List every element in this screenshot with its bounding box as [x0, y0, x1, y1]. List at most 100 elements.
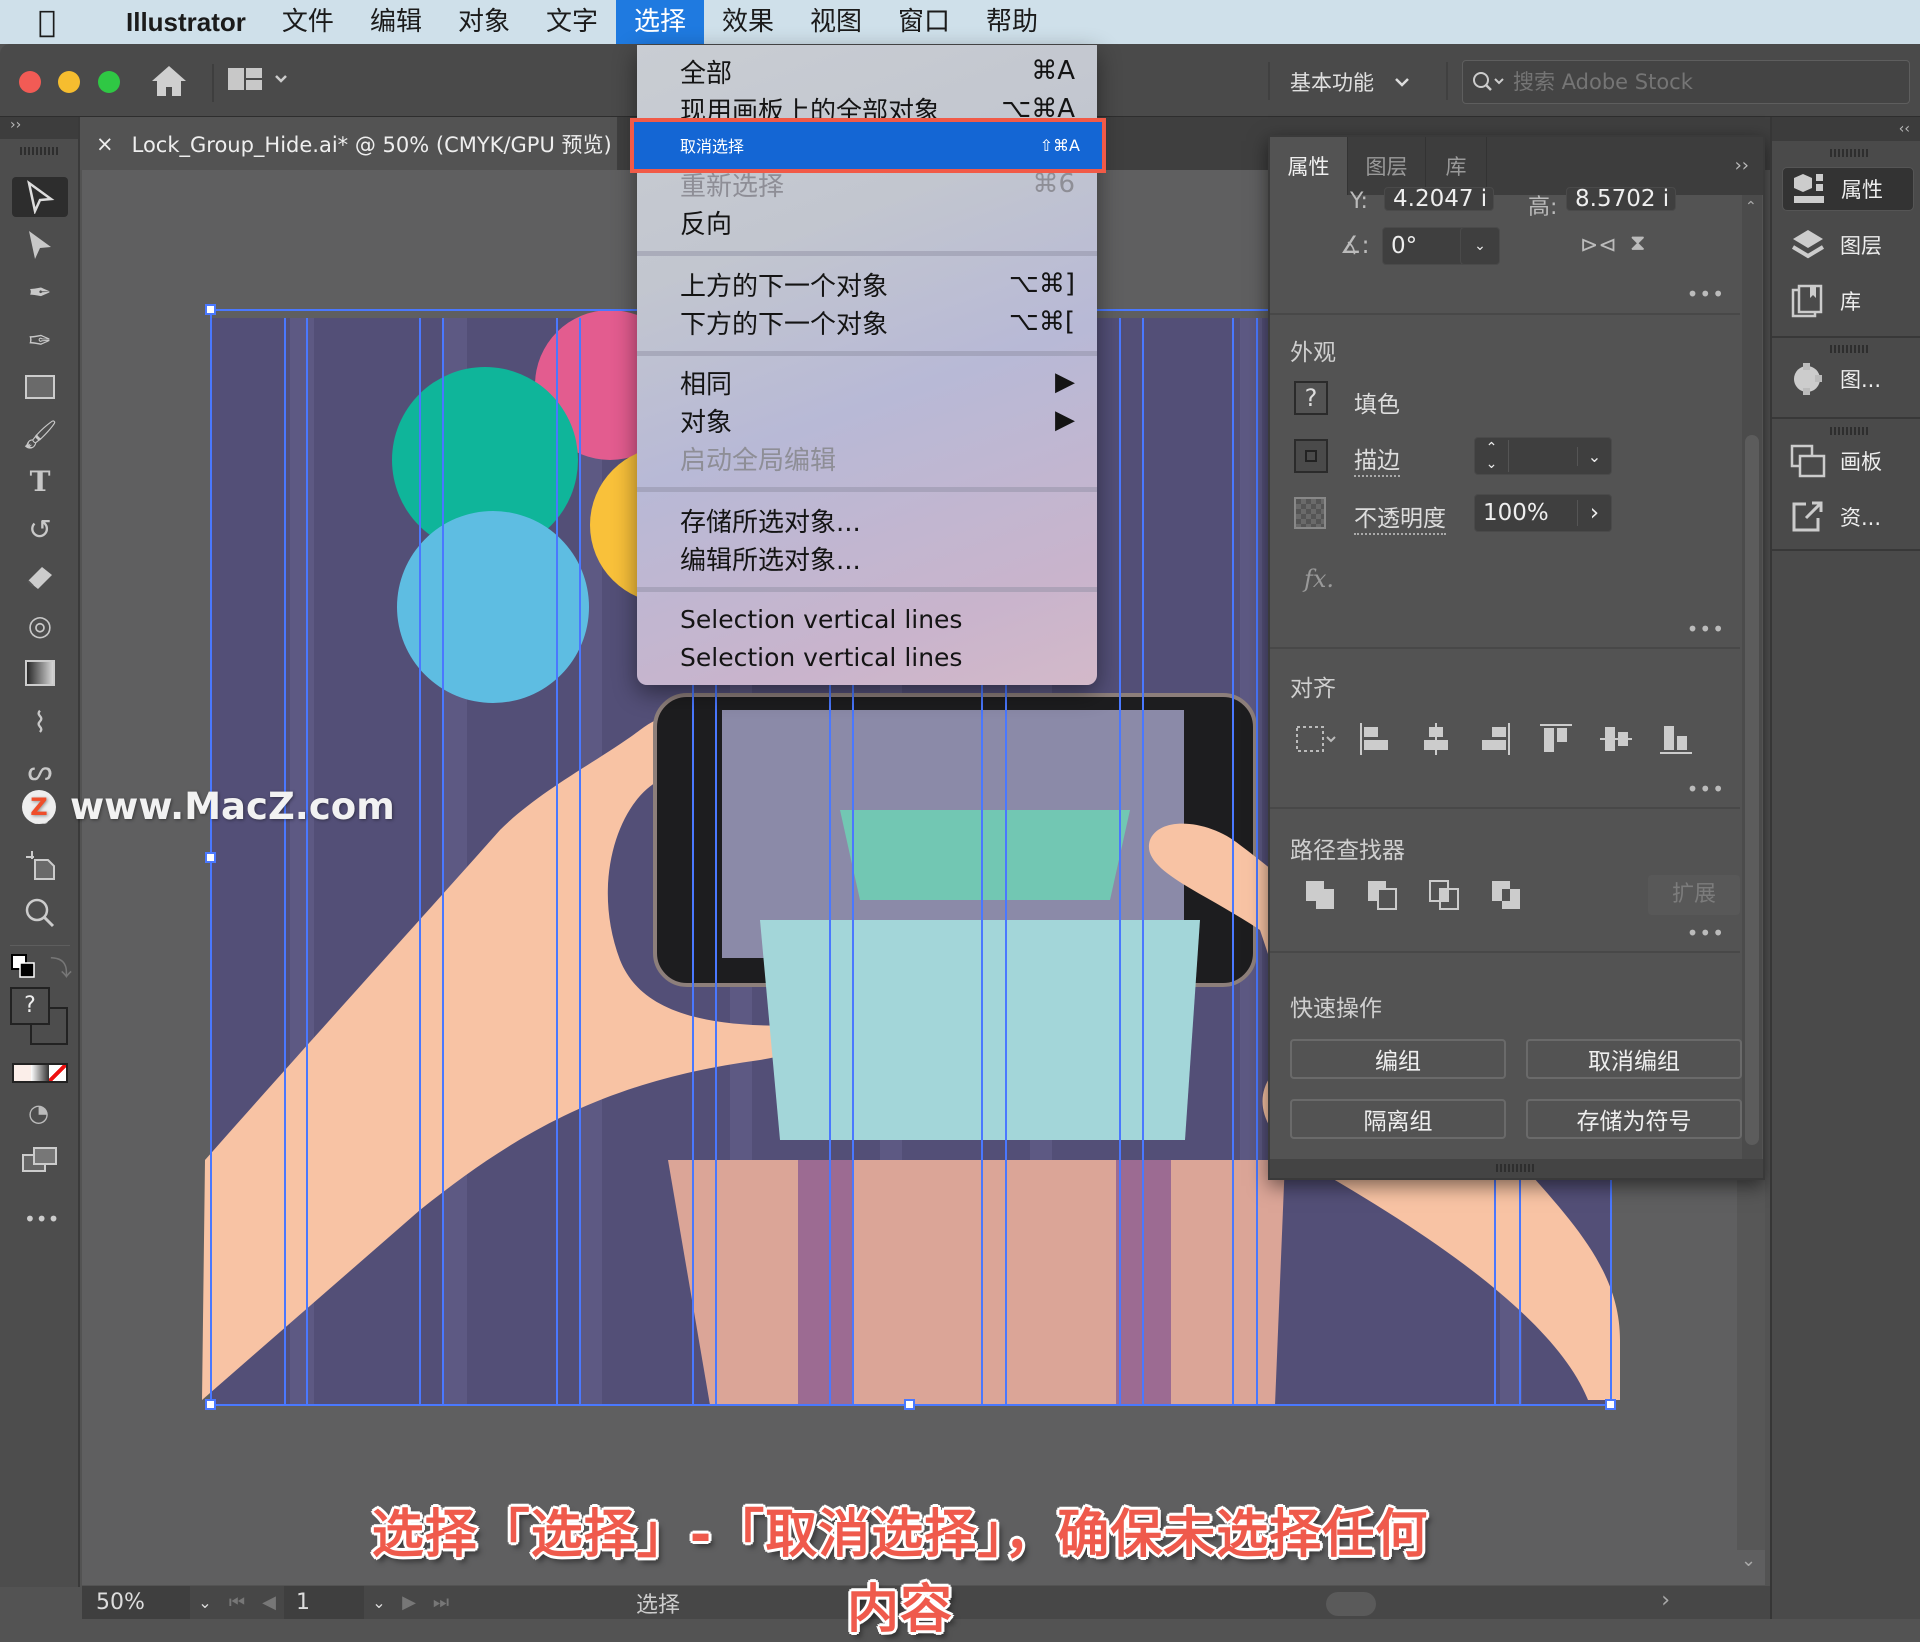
more-options-button[interactable]: •••: [1687, 617, 1725, 641]
panel-grip[interactable]: [1830, 345, 1870, 353]
fill-stroke-swatches[interactable]: ?: [10, 987, 70, 1047]
close-window-button[interactable]: [19, 71, 41, 93]
menu-item-next-object-above[interactable]: 上方的下一个对象 ⌥⌘]: [637, 265, 1097, 303]
y-position-field[interactable]: 4.2047 i: [1384, 187, 1494, 211]
swap-fill-stroke-icon[interactable]: ⤵: [50, 951, 72, 983]
stroke-stepper-icon[interactable]: ⌃ ⌄: [1475, 440, 1509, 472]
artboard-tool[interactable]: [12, 845, 68, 885]
menu-illustrator[interactable]: Illustrator: [108, 0, 264, 44]
dock-properties[interactable]: 属性: [1782, 167, 1914, 211]
stock-search-box[interactable]: [1462, 60, 1910, 104]
chevron-right-icon[interactable]: ›: [1577, 500, 1611, 526]
menu-item-save-selection[interactable]: 存储所选对象...: [637, 501, 1097, 539]
fill-label[interactable]: 填色: [1354, 385, 1400, 419]
save-as-symbol-button[interactable]: 存储为符号: [1526, 1099, 1742, 1139]
previous-artboard-icon[interactable]: ◀: [254, 1592, 284, 1613]
rectangle-tool[interactable]: [12, 367, 68, 407]
align-top-icon[interactable]: [1538, 721, 1574, 757]
align-horizontal-center-icon[interactable]: [1418, 721, 1454, 757]
minimize-window-button[interactable]: [58, 71, 80, 93]
more-options-button[interactable]: •••: [1687, 777, 1725, 801]
screen-mode-button[interactable]: [22, 1147, 58, 1173]
menu-edit[interactable]: 编辑: [352, 0, 440, 44]
zoom-level-field[interactable]: 50%: [82, 1586, 190, 1619]
zoom-window-button[interactable]: [98, 71, 120, 93]
dock-image-trace[interactable]: 图...: [1782, 357, 1914, 401]
menu-view[interactable]: 视图: [792, 0, 880, 44]
none-button[interactable]: [48, 1065, 66, 1081]
document-tab[interactable]: × Lock_Group_Hide.ai* @ 50% (CMYK/GPU 预览…: [82, 117, 617, 170]
paintbrush-tool[interactable]: 🖌: [12, 414, 68, 454]
menu-effect[interactable]: 效果: [704, 0, 792, 44]
menu-item-saved-selection[interactable]: Selection vertical lines: [637, 638, 1097, 676]
more-options-button[interactable]: •••: [1687, 921, 1725, 945]
menu-object[interactable]: 对象: [440, 0, 528, 44]
stroke-label[interactable]: 描边: [1354, 441, 1400, 477]
ungroup-button[interactable]: 取消编组: [1526, 1039, 1742, 1079]
panel-grip[interactable]: [1830, 149, 1870, 157]
first-artboard-icon[interactable]: ⏮: [220, 1592, 254, 1613]
fill-swatch[interactable]: ?: [10, 987, 50, 1025]
arrange-documents-icon[interactable]: [228, 66, 292, 96]
shape-builder-tool[interactable]: ◎: [12, 605, 68, 645]
scroll-right-icon[interactable]: ›: [1661, 1588, 1670, 1613]
direct-selection-tool[interactable]: [12, 225, 68, 265]
selection-tool[interactable]: [12, 177, 68, 217]
puppet-warp-tool[interactable]: ᔕ: [12, 750, 68, 790]
panel-grip[interactable]: [1496, 1164, 1536, 1172]
menu-select[interactable]: 选择: [615, 0, 704, 44]
expand-tools-button[interactable]: ››: [0, 117, 78, 139]
workspace-switcher[interactable]: 基本功能: [1290, 62, 1410, 102]
chevron-down-icon[interactable]: ⌄: [1577, 446, 1611, 466]
menu-window[interactable]: 窗口: [880, 0, 968, 44]
menu-item-inverse[interactable]: 反向: [637, 203, 1097, 241]
dock-asset-export[interactable]: 资...: [1782, 495, 1914, 539]
opacity-label[interactable]: 不透明度: [1354, 499, 1446, 535]
menu-item-same[interactable]: 相同 ▶: [637, 363, 1097, 401]
align-right-icon[interactable]: [1478, 721, 1514, 757]
zoom-dropdown-icon[interactable]: ⌄: [190, 1593, 220, 1612]
more-options-button[interactable]: •••: [1687, 282, 1725, 306]
eyedropper-tool[interactable]: ⌇: [12, 702, 68, 742]
color-button[interactable]: [14, 1065, 32, 1081]
align-bottom-icon[interactable]: [1658, 721, 1694, 757]
unite-icon[interactable]: [1302, 877, 1338, 913]
intersect-icon[interactable]: [1426, 877, 1462, 913]
opacity-field[interactable]: 100% ›: [1474, 494, 1612, 532]
fx-button[interactable]: fx.: [1304, 565, 1334, 593]
rotation-dropdown[interactable]: ⌄: [1460, 227, 1500, 265]
menu-file[interactable]: 文件: [264, 0, 352, 44]
apple-logo-icon[interactable]: : [38, 5, 78, 40]
draw-mode-icon[interactable]: ◔: [28, 1099, 49, 1127]
eraser-tool[interactable]: [12, 557, 68, 597]
minus-front-icon[interactable]: [1364, 877, 1400, 913]
collapse-dock-button[interactable]: ‹‹: [1772, 117, 1920, 141]
menu-type[interactable]: 文字: [528, 0, 616, 44]
tab-properties[interactable]: 属性: [1270, 137, 1348, 195]
close-tab-icon[interactable]: ×: [96, 132, 114, 156]
menu-item-saved-selection[interactable]: Selection vertical lines: [637, 600, 1097, 638]
type-tool[interactable]: T: [12, 461, 68, 501]
panel-grip[interactable]: [1830, 427, 1870, 435]
rotate-tool[interactable]: ↺: [12, 509, 68, 549]
exclude-icon[interactable]: [1488, 877, 1524, 913]
menu-item-next-object-below[interactable]: 下方的下一个对象 ⌥⌘[: [637, 303, 1097, 341]
menu-item-edit-selection[interactable]: 编辑所选对象...: [637, 539, 1097, 577]
pen-tool[interactable]: ✒: [12, 272, 68, 312]
home-icon[interactable]: [150, 64, 188, 98]
scroll-down-icon[interactable]: ⌄: [1741, 1550, 1756, 1571]
isolate-group-button[interactable]: 隔离组: [1290, 1099, 1506, 1139]
height-field[interactable]: 8.5702 i: [1566, 187, 1676, 211]
align-left-icon[interactable]: [1356, 721, 1392, 757]
panel-resize-bar[interactable]: [1270, 1159, 1763, 1178]
edit-toolbar-button[interactable]: •••: [24, 1207, 59, 1231]
curvature-tool[interactable]: ✑: [12, 320, 68, 360]
flip-horizontal-icon[interactable]: ⊳⊲: [1580, 233, 1617, 258]
panel-scrollbar-thumb[interactable]: [1745, 435, 1759, 1145]
stroke-weight-field[interactable]: ⌃ ⌄ ⌄: [1474, 437, 1612, 475]
menu-help[interactable]: 帮助: [968, 0, 1056, 44]
flip-vertical-icon[interactable]: ⧗: [1630, 231, 1645, 256]
dock-layers[interactable]: 图层: [1782, 223, 1914, 267]
align-to-selection-icon[interactable]: [1294, 721, 1340, 757]
fill-swatch-button[interactable]: ?: [1294, 381, 1328, 415]
